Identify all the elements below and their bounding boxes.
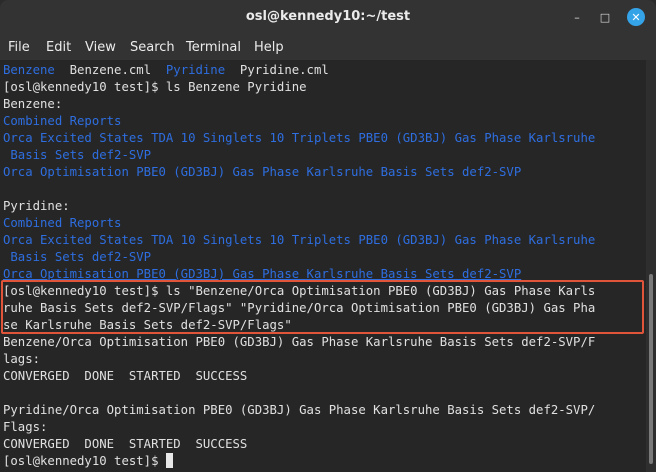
terminal-line: Flags: [3, 420, 48, 434]
file-entry: Pyridine.cml [225, 63, 329, 77]
terminal-line: [osl@kennedy10 test]$ ls "Benzene/Orca O… [3, 284, 596, 298]
menu-help[interactable]: Help [254, 40, 284, 55]
terminal-line: Benzene Benzene.cml Pyridine Pyridine.cm… [3, 62, 329, 79]
maximize-button[interactable]: □ [596, 8, 614, 26]
terminal-line: Pyridine/Orca Optimisation PBE0 (GD3BJ) … [3, 403, 596, 417]
terminal-line: CONVERGED DONE STARTED SUCCESS [3, 437, 248, 451]
directory-entry: Combined Reports [3, 114, 122, 128]
directory-entry: Combined Reports [3, 216, 122, 230]
file-entry: Benzene.cml [54, 63, 166, 77]
menu-bar: File Edit View Search Terminal Help [0, 36, 656, 60]
directory-entry: Orca Excited States TDA 10 Singlets 10 T… [3, 131, 596, 145]
close-button[interactable]: ✕ [627, 8, 645, 26]
terminal-window: osl@kennedy10:~/test – □ ✕ File Edit Vie… [0, 0, 656, 472]
terminal-line: ruhe Basis Sets def2-SVP/Flags" "Pyridin… [3, 301, 596, 315]
text-cursor [165, 453, 173, 468]
terminal-line: se Karlsruhe Basis Sets def2-SVP/Flags" [3, 318, 292, 332]
terminal-line: Benzene/Orca Optimisation PBE0 (GD3BJ) G… [3, 335, 596, 349]
menu-view[interactable]: View [85, 40, 116, 55]
directory-entry: Orca Optimisation PBE0 (GD3BJ) Gas Phase… [3, 165, 522, 179]
directory-entry: Orca Optimisation PBE0 (GD3BJ) Gas Phase… [3, 267, 522, 281]
terminal-line: [osl@kennedy10 test]$ ls Benzene Pyridin… [3, 80, 307, 94]
menu-edit[interactable]: Edit [46, 40, 71, 55]
menu-file[interactable]: File [8, 40, 30, 55]
scrollbar-thumb[interactable] [649, 274, 653, 464]
menu-terminal[interactable]: Terminal [186, 40, 241, 55]
directory-entry: Basis Sets def2-SVP [3, 148, 152, 162]
directory-entry: Benzene [3, 63, 55, 77]
minimize-button[interactable]: – [568, 8, 586, 26]
shell-prompt: [osl@kennedy10 test]$ [3, 454, 166, 468]
prompt-line[interactable]: [osl@kennedy10 test]$ [3, 453, 173, 470]
title-bar[interactable]: osl@kennedy10:~/test – □ ✕ [0, 0, 656, 37]
directory-entry: Pyridine [165, 63, 226, 77]
directory-entry: Basis Sets def2-SVP [3, 250, 152, 264]
terminal-line: Pyridine: [3, 199, 70, 213]
directory-entry: Orca Excited States TDA 10 Singlets 10 T… [3, 233, 596, 247]
terminal-output[interactable]: Benzene Benzene.cml Pyridine Pyridine.cm… [0, 60, 646, 472]
terminal-line: lags: [3, 352, 41, 366]
scrollbar[interactable] [646, 60, 656, 472]
menu-search[interactable]: Search [130, 40, 175, 55]
terminal-line: CONVERGED DONE STARTED SUCCESS [3, 369, 248, 383]
terminal-line: Benzene: [3, 97, 63, 111]
window-title: osl@kennedy10:~/test [245, 9, 411, 24]
